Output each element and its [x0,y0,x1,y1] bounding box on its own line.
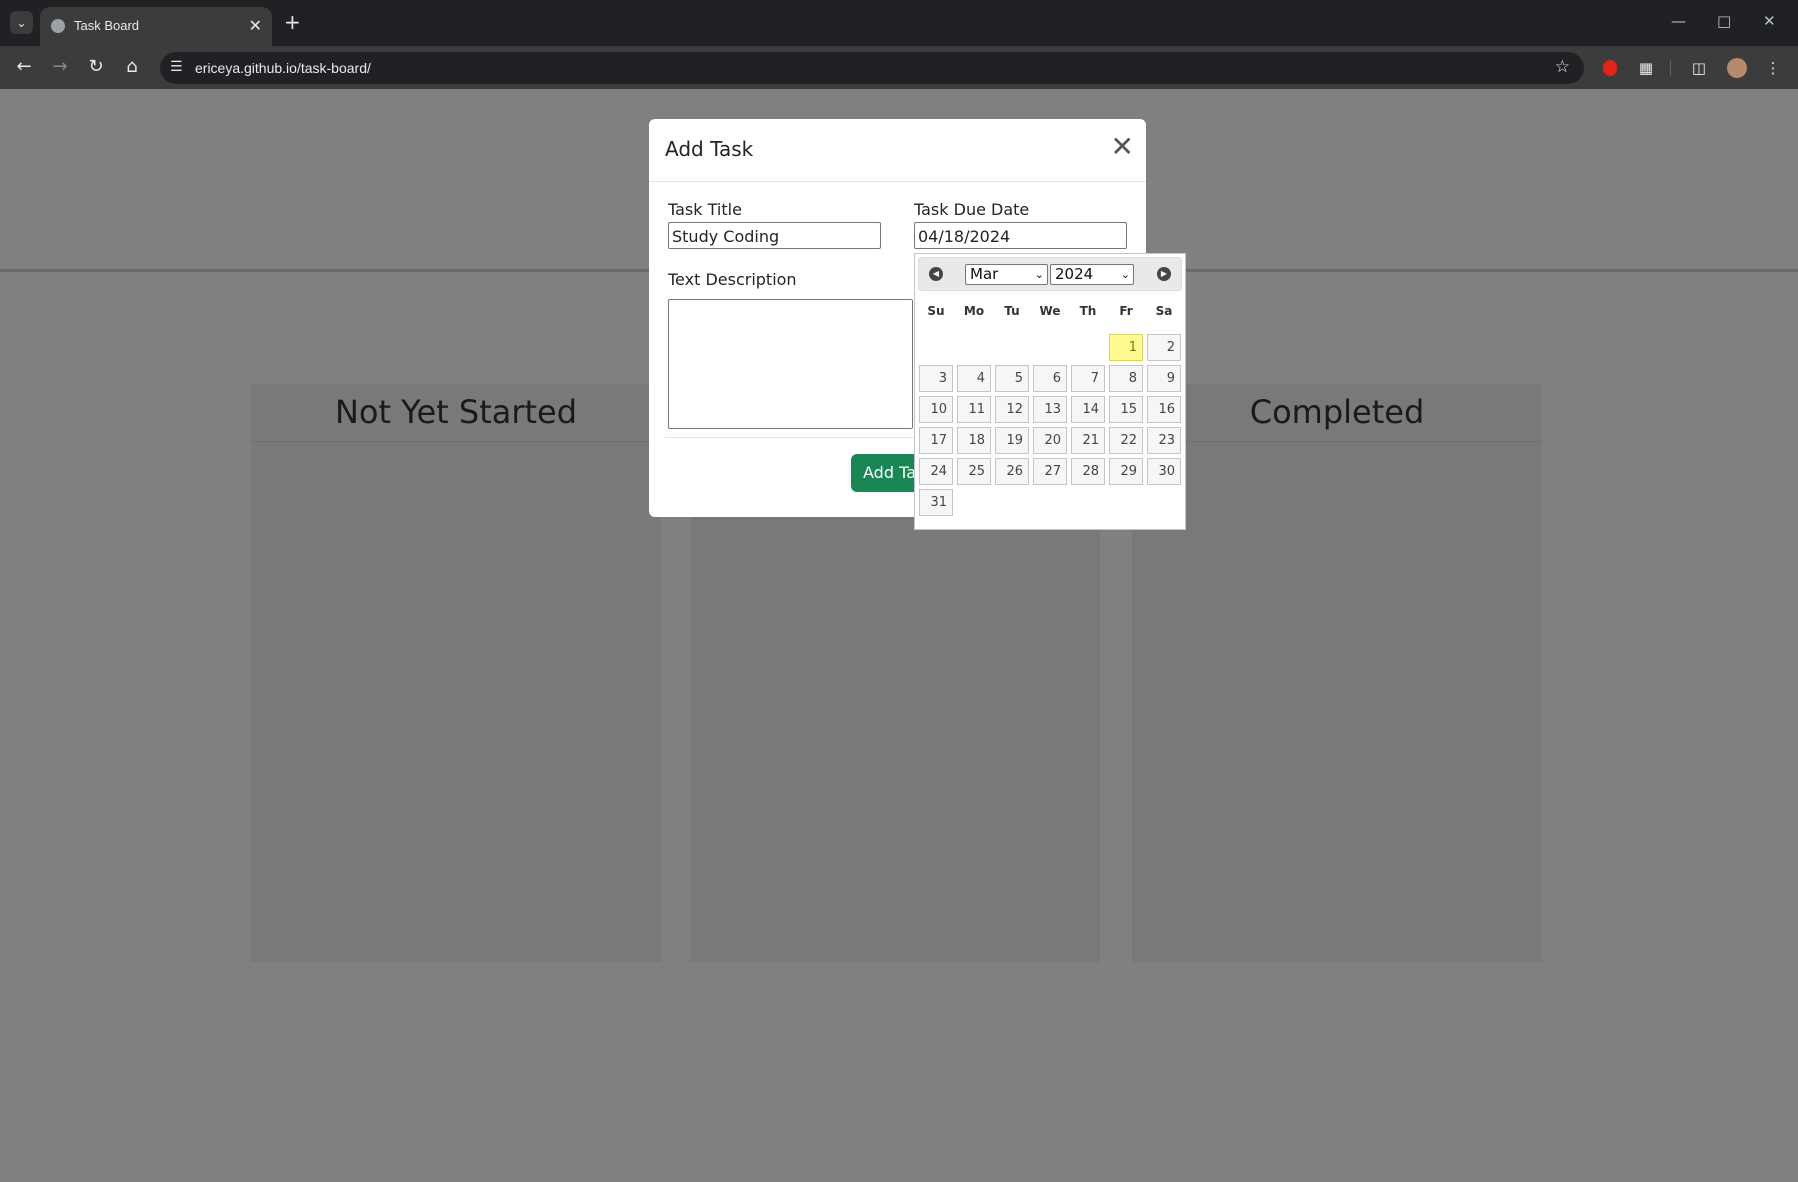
calendar-day[interactable]: 31 [919,489,953,516]
calendar-day[interactable]: 21 [1071,427,1105,454]
calendar-day[interactable]: 25 [957,458,991,485]
browser-tab[interactable]: Task Board ✕ [40,7,272,46]
tab-list-icon[interactable]: ⌄ [10,11,33,34]
calendar-day[interactable]: 2 [1147,334,1181,361]
calendar-day[interactable]: 3 [919,365,953,392]
description-label: Text Description [668,270,797,289]
column-title: Not Yet Started [251,384,661,442]
weekday-header: Su [927,304,945,318]
url-text[interactable]: ericeya.github.io/task-board/ [195,60,371,76]
calendar-day[interactable]: 6 [1033,365,1067,392]
prev-month-icon[interactable]: ◀ [929,267,943,281]
column-not-yet-started: Not Yet Started [251,384,661,962]
task-title-label: Task Title [668,200,742,219]
weekday-header: Sa [1155,304,1173,318]
weekday-header: We [1039,304,1061,318]
calendar-day[interactable]: 19 [995,427,1029,454]
calendar-day[interactable]: 26 [995,458,1029,485]
calendar-day[interactable]: 13 [1033,396,1067,423]
month-select[interactable]: Mar ⌄ [965,264,1048,285]
calendar-day[interactable]: 22 [1109,427,1143,454]
column-completed: Completed [1132,384,1542,962]
forward-icon[interactable]: → [48,56,72,78]
calendar-day[interactable]: 27 [1033,458,1067,485]
browser-toolbar: ← → ↻ ⌂ ☰ ericeya.github.io/task-board/ … [0,46,1798,89]
reload-icon[interactable]: ↻ [84,56,108,78]
modal-header: Add Task ✕ [649,119,1146,182]
calendar-day[interactable]: 4 [957,365,991,392]
weekday-header: Mo [963,304,985,318]
profile-avatar[interactable] [1727,58,1747,78]
due-date-input[interactable]: 04/18/2024 [914,222,1127,249]
calendar-day[interactable]: 5 [995,365,1029,392]
browser-tab-strip: ⌄ Task Board ✕ + — □ ✕ [0,0,1798,46]
calendar-day[interactable]: 11 [957,396,991,423]
calendar-day[interactable]: 17 [919,427,953,454]
datepicker: ◀ Mar ⌄ 2024 ⌄ ▶ Su Mo Tu We Th Fr Sa 1 2 3 4 5 6 7 8 9 10… [914,253,1186,530]
calendar-day[interactable]: 7 [1071,365,1105,392]
calendar-day[interactable]: 30 [1147,458,1181,485]
maximize-icon[interactable]: □ [1717,12,1731,30]
back-icon[interactable]: ← [12,56,36,78]
calendar-day[interactable]: 9 [1147,365,1181,392]
calendar-day[interactable]: 12 [995,396,1029,423]
calendar-day[interactable]: 15 [1109,396,1143,423]
year-select[interactable]: 2024 ⌄ [1050,264,1134,285]
due-date-label: Task Due Date [914,200,1030,219]
globe-icon [51,19,65,33]
calendar-day[interactable]: 8 [1109,365,1143,392]
adblock-extension-icon[interactable] [1600,58,1620,78]
home-icon[interactable]: ⌂ [120,56,144,78]
weekday-header: Th [1079,304,1097,318]
column-title: Completed [1132,384,1542,442]
datepicker-header: ◀ Mar ⌄ 2024 ⌄ ▶ [918,257,1182,291]
description-textarea[interactable] [668,299,913,429]
calendar-day[interactable]: 20 [1033,427,1067,454]
window-close-icon[interactable]: ✕ [1763,12,1776,30]
calendar-day[interactable]: 18 [957,427,991,454]
modal-title: Add Task [665,137,754,161]
weekday-header: Fr [1119,304,1133,318]
chevron-down-icon: ⌄ [1034,268,1044,281]
tab-title: Task Board [74,18,140,33]
chevron-down-icon: ⌄ [1120,268,1130,281]
weekday-header: Tu [1004,304,1020,318]
task-title-input[interactable]: Study Coding [668,222,881,249]
side-panel-icon[interactable]: ◫ [1689,58,1709,78]
extension-icon[interactable]: ▦ [1636,58,1656,78]
year-value: 2024 [1055,265,1094,283]
toolbar-divider [1670,60,1671,76]
calendar-day[interactable]: 14 [1071,396,1105,423]
calendar-day[interactable]: 29 [1109,458,1143,485]
site-info-icon[interactable]: ☰ [170,59,183,75]
close-icon[interactable]: ✕ [1111,133,1134,161]
calendar-day[interactable]: 24 [919,458,953,485]
minimize-icon[interactable]: — [1671,12,1686,30]
close-icon[interactable]: ✕ [249,17,262,35]
calendar-day[interactable]: 1 [1109,334,1143,361]
new-tab-button[interactable]: + [284,12,301,32]
star-icon[interactable]: ☆ [1555,57,1570,77]
next-month-icon[interactable]: ▶ [1157,267,1171,281]
month-value: Mar [970,265,999,283]
address-bar[interactable]: ☰ ericeya.github.io/task-board/ ☆ [160,52,1584,84]
calendar-day[interactable]: 10 [919,396,953,423]
calendar-day[interactable]: 23 [1147,427,1181,454]
more-menu-icon[interactable]: ⋮ [1763,58,1783,78]
calendar-day[interactable]: 28 [1071,458,1105,485]
calendar-day[interactable]: 16 [1147,396,1181,423]
